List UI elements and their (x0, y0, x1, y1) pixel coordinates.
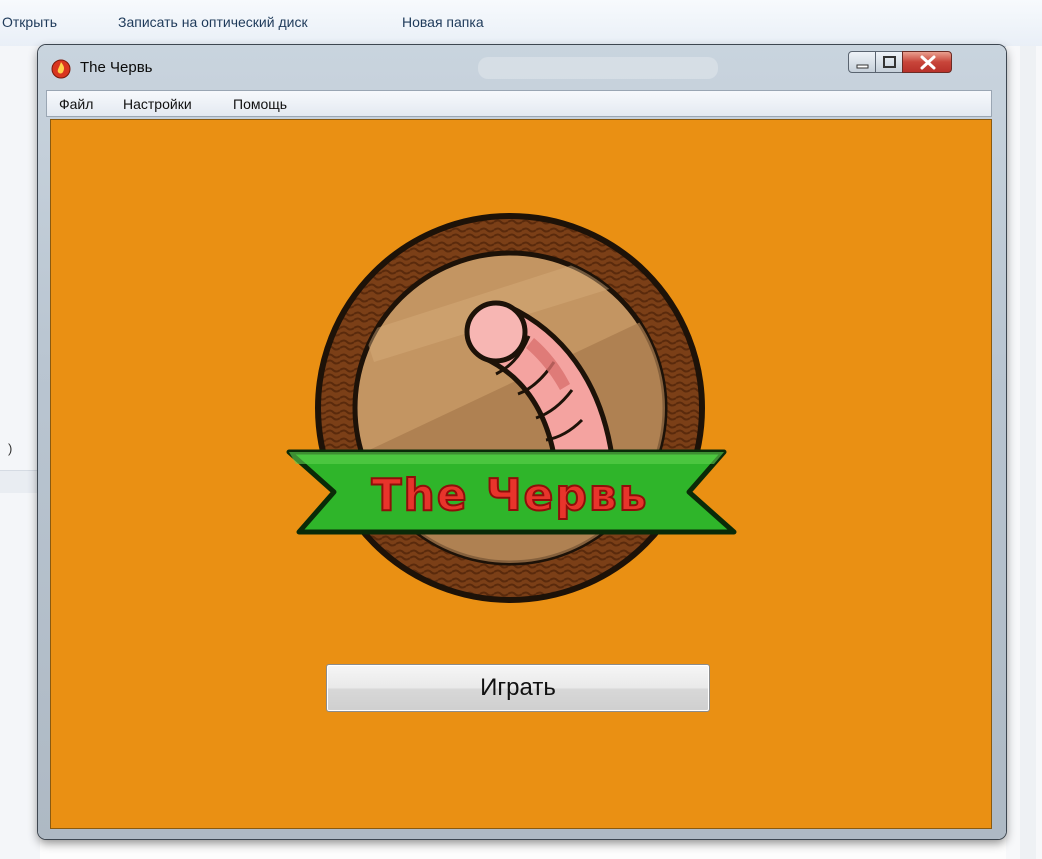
game-menu-area: The Червь Играть (50, 119, 992, 829)
maximize-icon (883, 56, 896, 68)
explorer-toolbar: Открыть Записать на оптический диск Нова… (0, 0, 1042, 47)
logo-banner: The Червь (286, 449, 737, 535)
maximize-button[interactable] (875, 51, 903, 73)
explorer-scrollbar[interactable] (1020, 46, 1036, 859)
explorer-left-row (0, 470, 40, 493)
app-window: The Червь Файл Настройки Помощь The Черв… (38, 45, 1006, 839)
explorer-new-folder-button[interactable]: Новая папка (402, 14, 484, 30)
explorer-right-pane (1006, 46, 1042, 859)
close-button[interactable] (902, 51, 952, 73)
menu-settings[interactable]: Настройки (123, 96, 192, 112)
menu-help[interactable]: Помощь (233, 96, 287, 112)
screen: Открыть Записать на оптический диск Нова… (0, 0, 1042, 859)
logo-text: The Червь (371, 470, 648, 521)
explorer-left-pane (0, 46, 40, 859)
play-button[interactable]: Играть (326, 664, 710, 712)
explorer-open-button[interactable]: Открыть (2, 14, 57, 30)
explorer-left-fragment: ) (8, 441, 13, 456)
app-fire-icon (51, 59, 71, 79)
title-background-blur (478, 57, 718, 79)
explorer-burn-button[interactable]: Записать на оптический диск (118, 14, 308, 30)
title-bar[interactable]: The Червь (38, 45, 1006, 91)
menu-bar: Файл Настройки Помощь (46, 90, 992, 117)
window-title: The Червь (80, 59, 153, 76)
minimize-button[interactable] (848, 51, 876, 73)
close-icon (920, 55, 936, 70)
menu-file[interactable]: Файл (59, 96, 93, 112)
game-logo: The Червь (286, 213, 737, 603)
minimize-icon (856, 64, 869, 69)
